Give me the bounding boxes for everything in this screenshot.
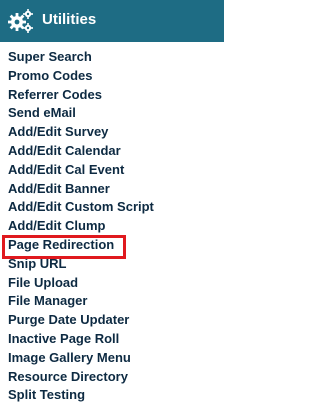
menu-item-referrer-codes[interactable]: Referrer Codes [0,86,224,105]
menu-item-snip-url[interactable]: Snip URL [0,255,224,274]
menu-item-add-edit-cal-event[interactable]: Add/Edit Cal Event [0,161,224,180]
menu-item-file-manager[interactable]: File Manager [0,292,224,311]
menu-item-inactive-page-roll[interactable]: Inactive Page Roll [0,330,224,349]
header-title: Utilities [42,11,97,28]
utilities-panel: Utilities Super Search Promo Codes Referre… [0,0,224,412]
utilities-menu: Super Search Promo Codes Referrer Codes Sen… [0,48,224,405]
menu-item-add-edit-clump[interactable]: Add/Edit Clump [0,217,224,236]
menu-item-file-upload[interactable]: File Upload [0,274,224,293]
utilities-header[interactable]: Utilities [0,0,224,42]
menu-item-page-redirection[interactable]: Page Redirection [0,236,224,255]
menu-item-add-edit-calendar[interactable]: Add/Edit Calendar [0,142,224,161]
menu-item-image-gallery-menu[interactable]: Image Gallery Menu [0,349,224,368]
menu-item-resource-directory[interactable]: Resource Directory [0,368,224,387]
menu-item-purge-date-updater[interactable]: Purge Date Updater [0,311,224,330]
menu-item-add-edit-custom-script[interactable]: Add/Edit Custom Script [0,198,224,217]
menu-item-send-email[interactable]: Send eMail [0,104,224,123]
menu-item-promo-codes[interactable]: Promo Codes [0,67,224,86]
menu-item-super-search[interactable]: Super Search [0,48,224,67]
gears-icon [8,9,33,33]
menu-item-add-edit-survey[interactable]: Add/Edit Survey [0,123,224,142]
menu-item-split-testing[interactable]: Split Testing [0,386,224,405]
menu-item-add-edit-banner[interactable]: Add/Edit Banner [0,180,224,199]
